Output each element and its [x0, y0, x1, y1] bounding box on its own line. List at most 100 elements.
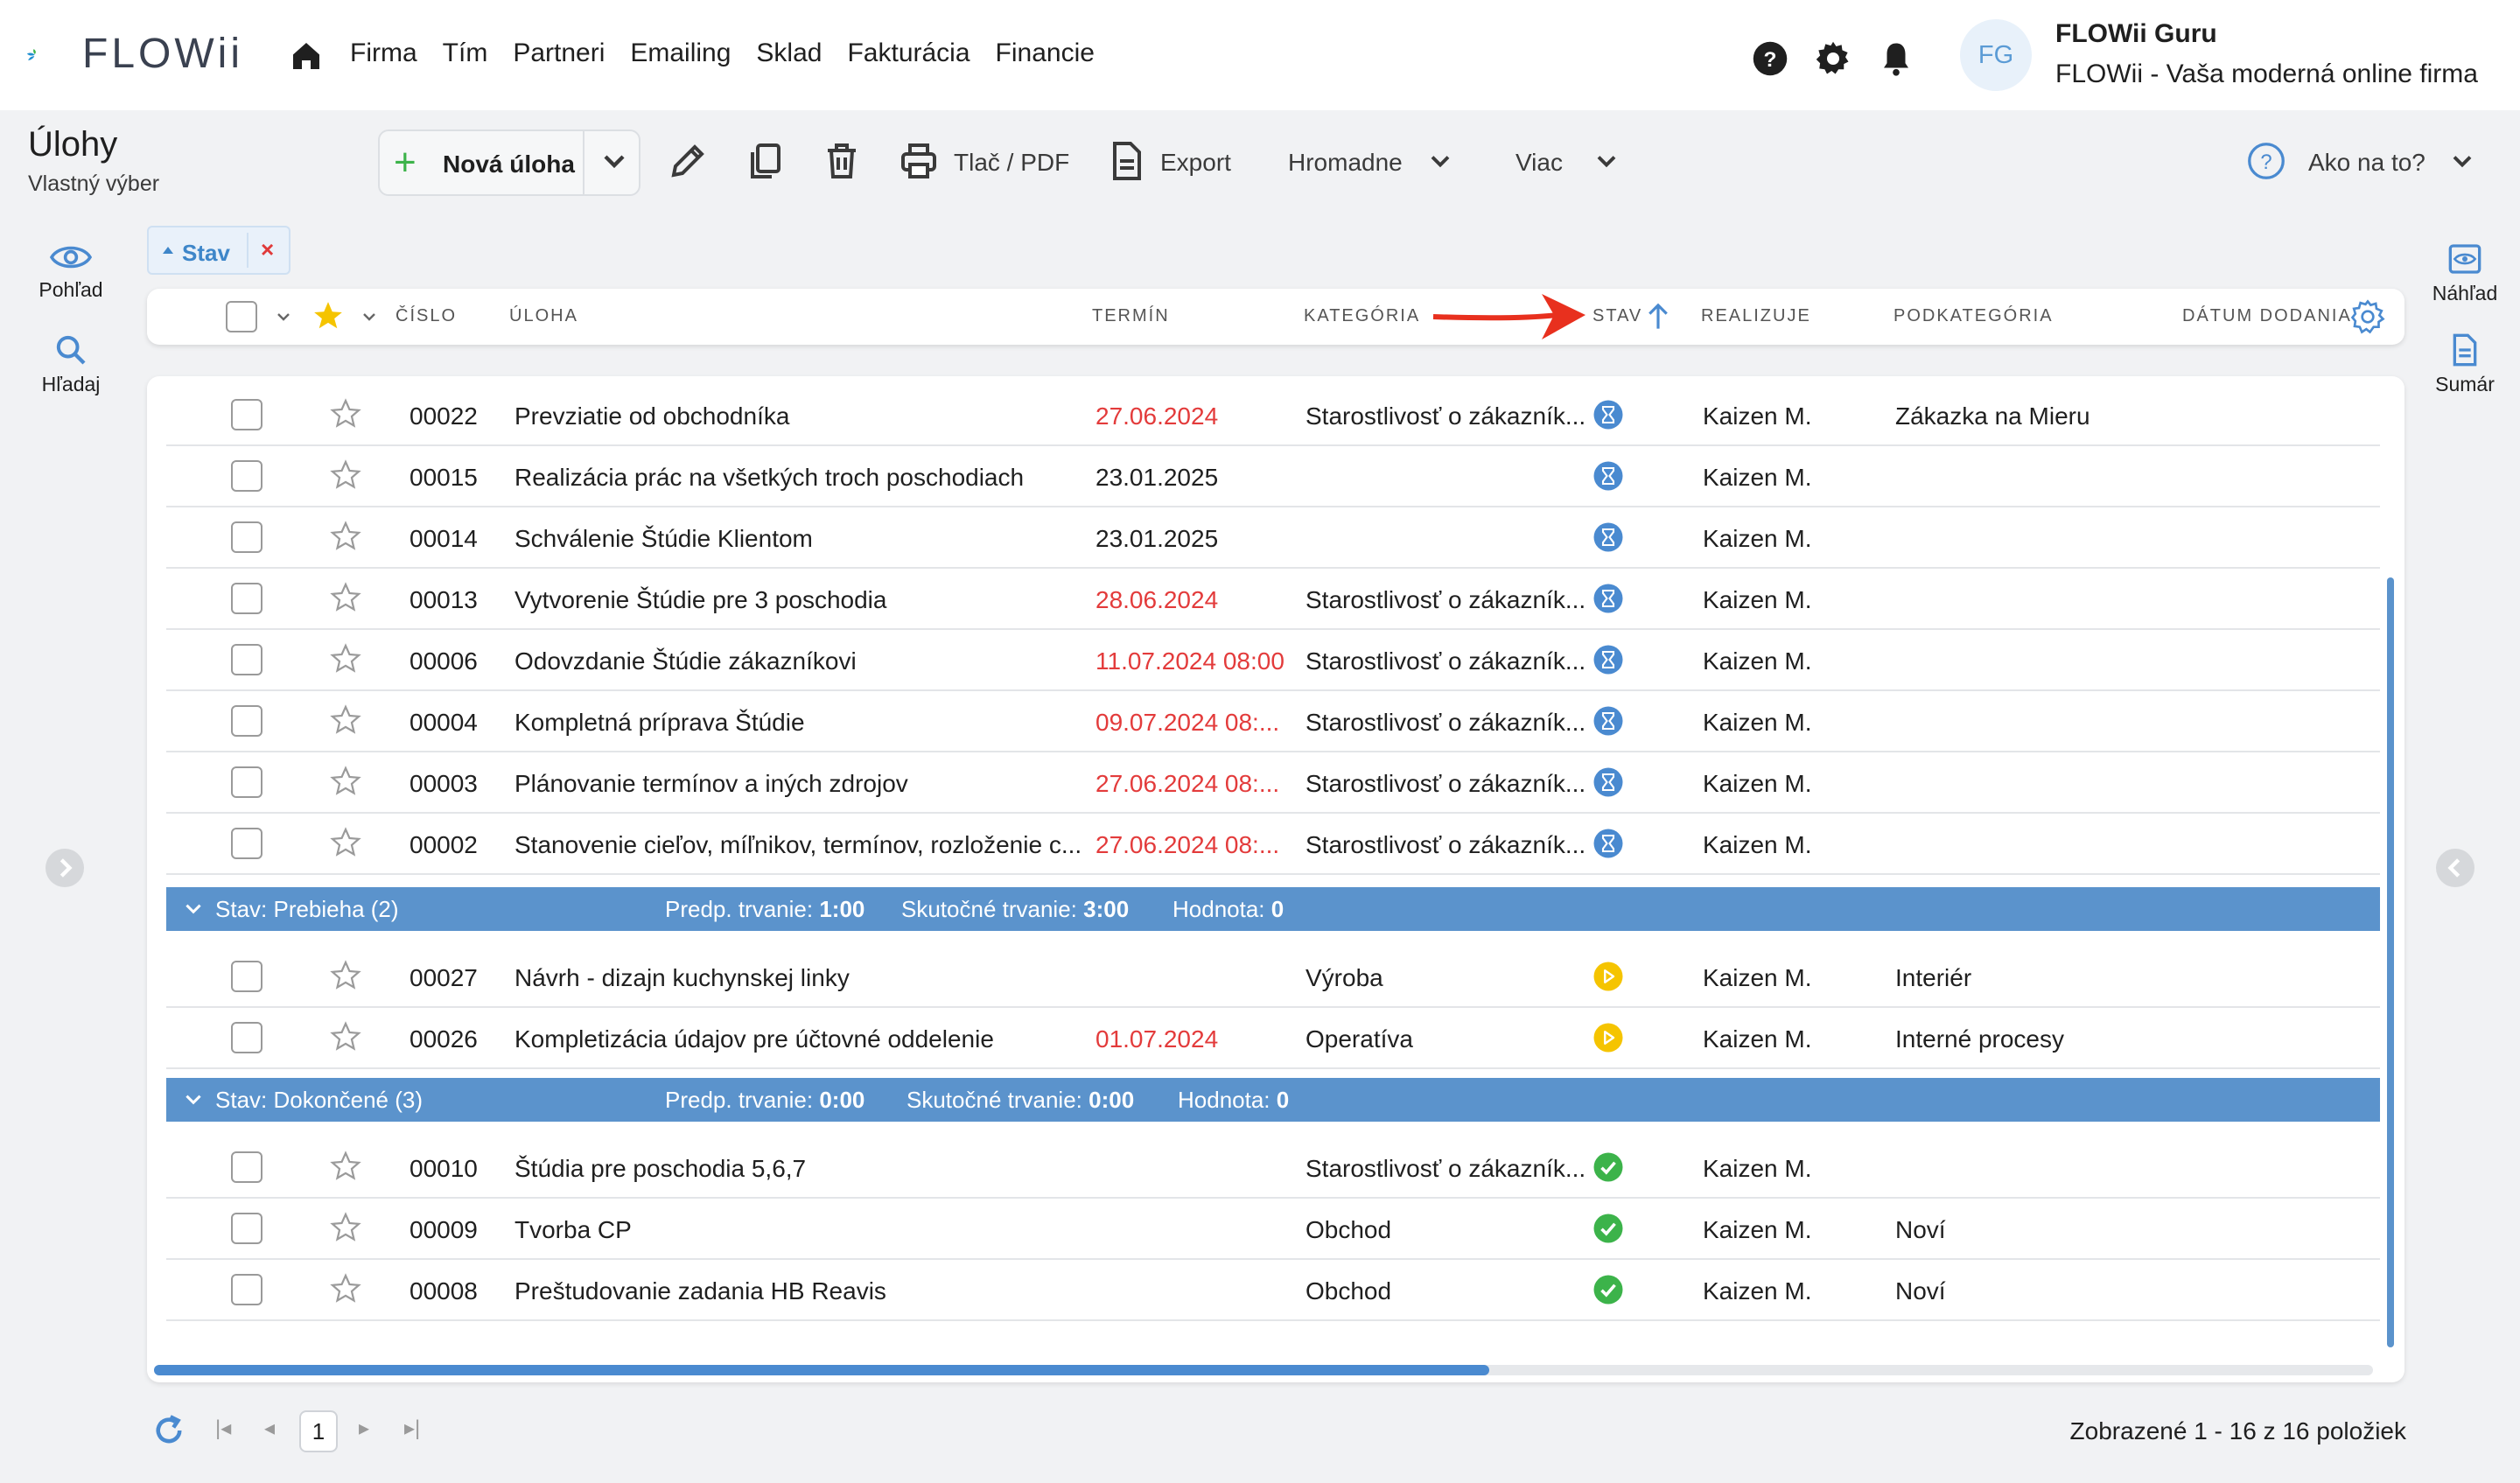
star-outline-icon[interactable] [329, 1020, 362, 1053]
hourglass-icon[interactable] [1592, 399, 1624, 430]
task-title[interactable]: Kompletná príprava Štúdie [514, 709, 805, 737]
star-outline-icon[interactable] [329, 765, 362, 798]
check-icon[interactable] [1592, 1274, 1624, 1305]
document-export-icon[interactable] [1106, 140, 1148, 182]
nav-partneri[interactable]: Partneri [513, 38, 605, 68]
chevron-down-icon[interactable] [2446, 145, 2478, 177]
table-row[interactable]: 00013 Vytvorenie Štúdie pre 3 poschodia 28… [166, 569, 2380, 630]
more-menu[interactable]: Viac [1516, 149, 1563, 177]
refresh-icon[interactable] [150, 1412, 187, 1449]
hourglass-icon[interactable] [1592, 705, 1624, 737]
star-outline-icon[interactable] [329, 1150, 362, 1183]
bell-icon[interactable] [1878, 40, 1914, 77]
how-to-button[interactable]: Ako na to? [2308, 149, 2426, 177]
star-outline-icon[interactable] [329, 826, 362, 859]
chevron-down-icon[interactable] [182, 1088, 205, 1111]
row-checkbox[interactable] [231, 766, 262, 798]
col-delivery[interactable]: DÁTUM DODANIA [2182, 306, 2352, 326]
nav-emailing[interactable]: Emailing [630, 38, 731, 68]
task-title[interactable]: Realizácia prác na všetkých troch poscho… [514, 464, 1024, 492]
brand-name[interactable]: FLOWii [82, 30, 243, 78]
print-pdf-button[interactable]: Tlač / PDF [954, 149, 1069, 177]
check-icon[interactable] [1592, 1213, 1624, 1244]
page-subtitle[interactable]: Vlastný výber [28, 171, 159, 197]
task-title[interactable]: Návrh - dizajn kuchynskej linky [514, 964, 850, 992]
table-row[interactable]: 00006 Odovzdanie Štúdie zákazníkovi 11.07.… [166, 630, 2380, 691]
printer-icon[interactable] [898, 140, 940, 182]
select-all-checkbox[interactable] [226, 301, 257, 332]
table-row[interactable]: 00027 Návrh - dizajn kuchynskej linky Výro… [166, 947, 2380, 1008]
task-title[interactable]: Schválenie Štúdie Klientom [514, 525, 813, 553]
col-deadline[interactable]: TERMÍN [1092, 306, 1170, 326]
chevron-down-icon[interactable] [182, 898, 205, 920]
export-button[interactable]: Export [1160, 149, 1231, 177]
star-outline-icon[interactable] [329, 458, 362, 492]
home-icon[interactable] [289, 38, 324, 73]
row-checkbox[interactable] [231, 1274, 262, 1305]
summary-panel-button[interactable]: Sumár [2417, 332, 2513, 396]
hourglass-icon[interactable] [1592, 644, 1624, 675]
check-icon[interactable] [1592, 1151, 1624, 1183]
search-panel-button[interactable]: Hľadaj [23, 332, 119, 396]
prev-page-button[interactable]: ◂ [264, 1416, 275, 1441]
task-title[interactable]: Prevziatie od obchodníka [514, 402, 789, 430]
table-row[interactable]: 00014 Schválenie Štúdie Klientom 23.01.202… [166, 507, 2380, 569]
remove-chip-icon[interactable]: × [261, 236, 274, 263]
hourglass-icon[interactable] [1592, 828, 1624, 859]
expand-left-button[interactable] [46, 849, 84, 887]
task-title[interactable]: Stanovenie cieľov, míľnikov, termínov, r… [514, 831, 1082, 859]
question-circle-icon[interactable]: ? [2247, 142, 2286, 180]
chevron-down-icon[interactable] [597, 143, 632, 178]
next-page-button[interactable]: ▸ [359, 1416, 369, 1441]
table-row[interactable]: 00002 Stanovenie cieľov, míľnikov, termín… [166, 814, 2380, 875]
pencil-icon[interactable] [667, 140, 709, 182]
help-icon[interactable]: ? [1752, 40, 1788, 77]
star-outline-icon[interactable] [329, 959, 362, 992]
col-subcategory[interactable]: PODKATEGÓRIA [1894, 306, 2054, 326]
trash-icon[interactable] [821, 140, 863, 182]
table-row[interactable]: 00004 Kompletná príprava Štúdie 09.07.2024… [166, 691, 2380, 752]
chevron-down-icon[interactable] [273, 306, 294, 327]
row-checkbox[interactable] [231, 961, 262, 992]
row-checkbox[interactable] [231, 521, 262, 553]
vertical-scrollbar[interactable] [2387, 577, 2394, 1347]
star-outline-icon[interactable] [329, 642, 362, 675]
copy-icon[interactable] [744, 140, 786, 182]
row-checkbox[interactable] [231, 1213, 262, 1244]
row-checkbox[interactable] [231, 828, 262, 859]
task-title[interactable]: Štúdia pre poschodia 5,6,7 [514, 1155, 806, 1183]
row-checkbox[interactable] [231, 1022, 262, 1053]
col-assignee[interactable]: REALIZUJE [1701, 306, 1811, 326]
row-checkbox[interactable] [231, 460, 262, 492]
task-title[interactable]: Odovzdanie Štúdie zákazníkovi [514, 647, 857, 675]
task-title[interactable]: Preštudovanie zadania HB Reavis [514, 1277, 886, 1305]
row-checkbox[interactable] [231, 399, 262, 430]
group-header-done[interactable]: Stav: Dokončené (3) Predp. trvanie: 0:00… [166, 1078, 2380, 1122]
table-row[interactable]: 00009 Tvorba CP Obchod Kaizen M. Noví [166, 1199, 2380, 1260]
col-category[interactable]: KATEGÓRIA [1304, 306, 1420, 326]
new-task-button[interactable]: + Nová úloha [378, 129, 640, 196]
col-task[interactable]: ÚLOHA [509, 306, 578, 326]
nav-sklad[interactable]: Sklad [756, 38, 822, 68]
table-row[interactable]: 00003 Plánovanie termínov a iných zdrojov… [166, 752, 2380, 814]
avatar[interactable]: FG [1960, 19, 2032, 91]
star-outline-icon[interactable] [329, 581, 362, 614]
nav-firma[interactable]: Firma [350, 38, 417, 68]
table-row[interactable]: 00008 Preštudovanie zadania HB Reavis Obch… [166, 1260, 2380, 1321]
gear-icon[interactable] [1815, 40, 1852, 77]
table-row[interactable]: 00010 Štúdia pre poschodia 5,6,7 Starostli… [166, 1137, 2380, 1199]
current-page[interactable]: 1 [299, 1410, 338, 1452]
col-status[interactable]: STAV [1592, 306, 1642, 326]
col-number[interactable]: ČÍSLO [396, 306, 457, 326]
table-row[interactable]: 00022 Prevziatie od obchodníka 27.06.2024 S… [166, 385, 2380, 446]
view-panel-button[interactable]: Pohľad [23, 241, 119, 302]
task-title[interactable]: Plánovanie termínov a iných zdrojov [514, 770, 908, 798]
chevron-down-icon[interactable] [1424, 145, 1456, 177]
chevron-down-icon[interactable] [359, 306, 380, 327]
star-outline-icon[interactable] [329, 397, 362, 430]
last-page-button[interactable]: ▸| [404, 1416, 420, 1441]
bulk-menu[interactable]: Hromadne [1288, 149, 1403, 177]
status-group-chip[interactable]: Stav × [147, 226, 290, 275]
play-icon[interactable] [1592, 961, 1624, 992]
row-checkbox[interactable] [231, 583, 262, 614]
